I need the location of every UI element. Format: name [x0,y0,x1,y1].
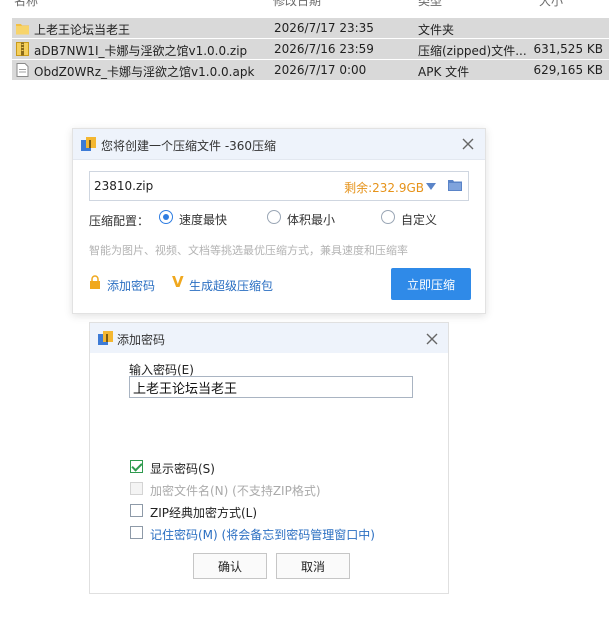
file-type: 压缩(zipped)文件... [418,44,527,58]
file-list-header: 名称 修改日期 类型 大小 [0,0,615,9]
compress-dialog-title: 您将创建一个压缩文件 -360压缩 [101,139,277,153]
checkbox-label: 记住密码(M) (将会备忘到密码管理窗口中) [150,528,375,542]
password-dialog-titlebar[interactable]: 添加密码 [90,323,448,353]
file-name: ObdZ0WRz_卡娜与淫欲之馆v1.0.0.apk [34,65,255,79]
file-type: 文件夹 [418,23,455,37]
ok-button[interactable]: 确认 [193,553,267,579]
checkbox-unchecked-icon [130,526,143,539]
radio-unselected-icon [267,210,281,224]
file-date: 2026/7/17 23:35 [274,21,374,35]
file-date: 2026/7/16 23:59 [274,42,374,56]
compression-hint: 智能为图片、视频、文档等挑选最优压缩方式，兼具速度和压缩率 [89,244,408,257]
file-list: 上老王论坛当老王 2026/7/17 23:35 文件夹 aDB7NW1I_卡娜… [12,18,609,81]
file-size: 629,165 KB [533,63,603,77]
radio-label: 体积最小 [287,213,336,227]
compress-dialog-titlebar[interactable]: 您将创建一个压缩文件 -360压缩 [73,129,485,160]
checkbox-label: 显示密码(S) [150,462,215,476]
file-name: 上老王论坛当老王 [34,23,131,37]
lock-icon [90,275,100,289]
column-header-name[interactable]: 名称 [14,0,38,9]
file-row-apk[interactable]: ObdZ0WRz_卡娜与淫欲之馆v1.0.0.apk 2026/7/17 0:0… [12,60,609,80]
radio-label: 速度最快 [179,213,228,227]
column-header-size[interactable]: 大小 [539,0,563,9]
file-row-zip[interactable]: aDB7NW1I_卡娜与淫欲之馆v1.0.0.zip 2026/7/16 23:… [12,39,609,59]
360zip-app-icon [81,137,96,151]
archive-name-field[interactable]: 23810.zip 剩余:232.9GB [89,171,469,201]
close-icon[interactable] [425,332,439,346]
radio-unselected-icon [381,210,395,224]
password-dialog-title: 添加密码 [117,333,166,347]
compress-dialog: 您将创建一个压缩文件 -360压缩 23810.zip 剩余:232.9GB 压… [72,128,486,314]
cancel-button[interactable]: 取消 [276,553,350,579]
checkbox-unchecked-icon [130,504,143,517]
compress-now-button[interactable]: 立即压缩 [391,268,471,300]
file-type: APK 文件 [418,65,470,79]
free-space-label: 剩余:232.9GB [344,181,424,195]
file-row-folder[interactable]: 上老王论坛当老王 2026/7/17 23:35 文件夹 [12,18,609,38]
super-pack-icon: V [172,273,184,291]
apk-file-icon [16,63,29,77]
radio-label: 自定义 [401,213,438,227]
add-password-dialog: 添加密码 输入密码(E) 显示密码(S) 加密文件名(N) (不支持ZIP格式)… [89,322,449,594]
close-icon[interactable] [461,137,475,151]
file-name: aDB7NW1I_卡娜与淫欲之馆v1.0.0.zip [34,44,248,58]
super-pack-link[interactable]: 生成超级压缩包 [189,277,273,294]
browse-folder-icon[interactable] [448,179,462,191]
radio-selected-icon [159,210,173,224]
checkbox-disabled-icon [130,482,143,495]
compression-config-label: 压缩配置： [89,214,150,228]
folder-icon [16,24,29,35]
file-size: 631,525 KB [533,42,603,56]
file-date: 2026/7/17 0:00 [274,63,367,77]
archive-name-value[interactable]: 23810.zip [94,179,153,193]
checkbox-label: ZIP经典加密方式(L) [150,506,258,520]
add-password-link[interactable]: 添加密码 [107,277,155,294]
column-header-date[interactable]: 修改日期 [273,0,321,9]
column-header-type[interactable]: 类型 [418,0,442,9]
chevron-down-icon[interactable] [426,183,436,190]
checkbox-label: 加密文件名(N) (不支持ZIP格式) [150,484,321,498]
checkbox-checked-icon [130,460,143,473]
360zip-app-icon [98,331,113,345]
zip-file-icon [16,42,29,56]
password-input[interactable] [129,376,413,398]
